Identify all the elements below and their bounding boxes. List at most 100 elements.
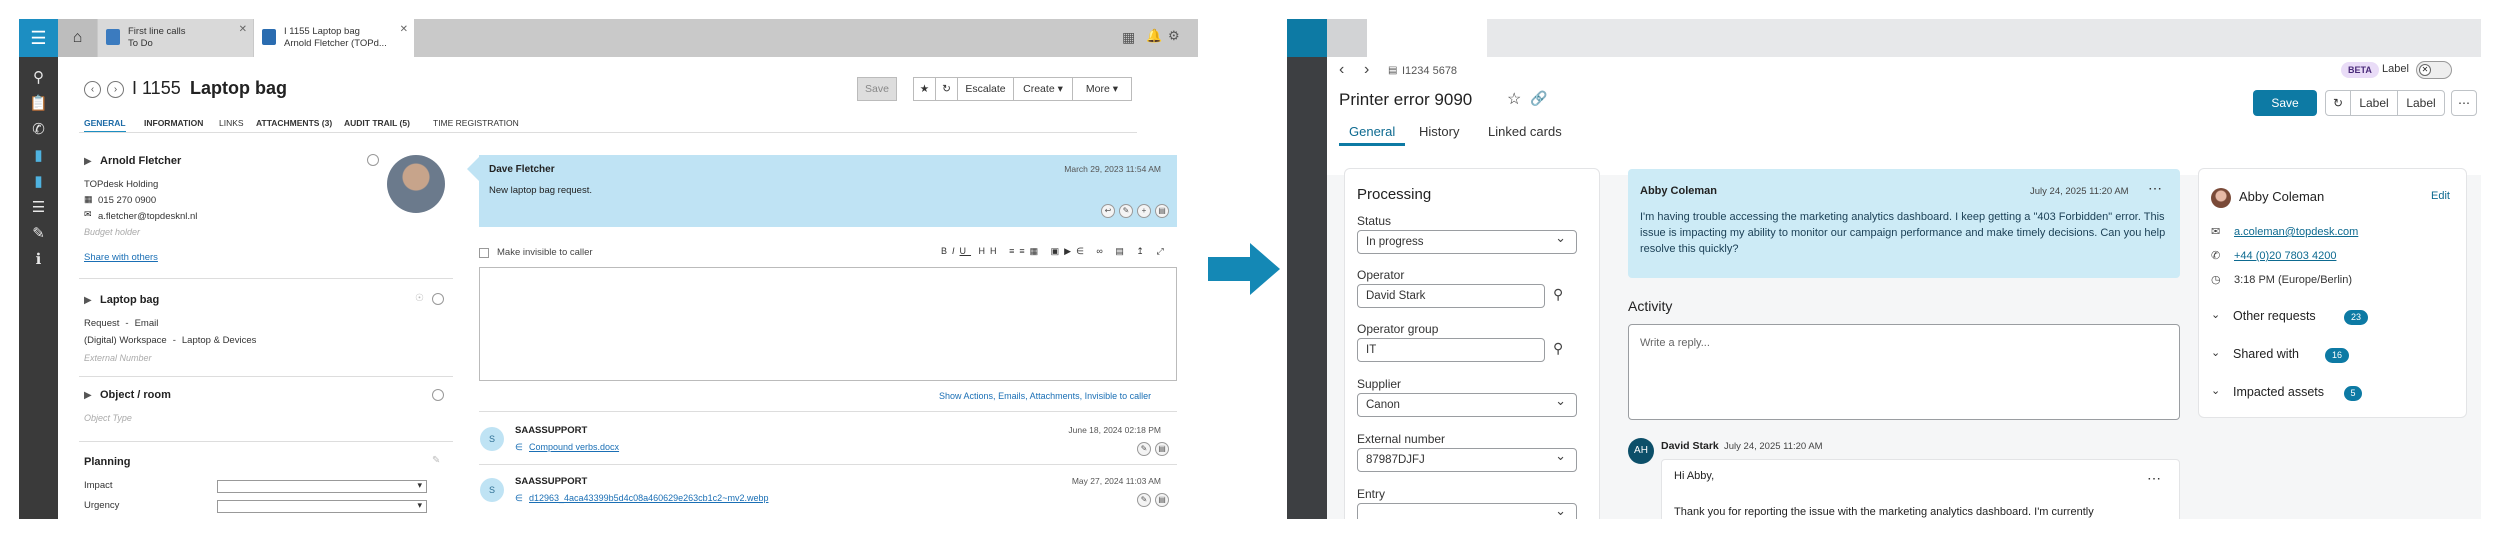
edit-icon[interactable]: ✎ [1137, 493, 1151, 507]
expand-icon[interactable]: ▶ [84, 390, 92, 401]
subtab-audit-trail[interactable]: AUDIT TRAIL (5) [344, 118, 410, 128]
user-settings-icon[interactable]: ⚙ [1168, 28, 1180, 44]
subtab-general[interactable]: GENERAL [84, 118, 126, 133]
more-icon[interactable]: ⋯ [2147, 470, 2161, 487]
edit-icon[interactable]: ✎ [1137, 442, 1151, 456]
more-icon[interactable]: ⋯ [2148, 180, 2162, 197]
refresh-icon[interactable]: ↻ [935, 77, 958, 101]
expand-icon[interactable]: ▶ [84, 156, 92, 167]
search-icon[interactable]: ⚲ [19, 65, 58, 91]
star-icon[interactable]: ★ [913, 77, 936, 101]
checklist-icon[interactable]: ☰ [19, 195, 58, 221]
expand-icon[interactable]: ▶ [84, 295, 92, 306]
tab-general[interactable]: General [1339, 124, 1406, 146]
document-icon[interactable]: ▮ [19, 143, 58, 169]
template-icon[interactable]: ▤ [1115, 246, 1129, 256]
minus-icon[interactable] [432, 389, 444, 401]
label-button-1[interactable]: Label [2350, 90, 2398, 116]
calendar-icon[interactable]: ▦ [1122, 29, 1135, 46]
more-icon[interactable]: ⋯ [2451, 90, 2477, 116]
tab-active[interactable] [1367, 19, 1487, 57]
subtab-attachments[interactable]: ATTACHMENTS (3) [256, 118, 332, 128]
underline-icon[interactable]: U [960, 246, 972, 256]
search-icon[interactable]: ⚲ [1553, 340, 1563, 357]
show-emails-link[interactable]: Emails [998, 391, 1025, 401]
bold-icon[interactable]: B [941, 246, 952, 256]
info-icon[interactable]: ℹ [19, 247, 58, 273]
delete-icon[interactable]: ▤ [1155, 204, 1169, 218]
tasks-icon[interactable]: ✎ [19, 221, 58, 247]
tab-first-line-calls[interactable]: First line calls To Do ✕ [98, 19, 253, 57]
expand-icon[interactable]: ⤢ [1156, 246, 1168, 256]
urgency-select[interactable] [217, 500, 427, 513]
close-icon[interactable]: ✕ [400, 24, 408, 35]
clipboard-icon[interactable]: 📋 [19, 91, 58, 117]
contact-email[interactable]: a.coleman@topdesk.com [2234, 226, 2358, 238]
share-with-others-link[interactable]: Share with others [84, 252, 158, 263]
tab-inactive[interactable] [1327, 19, 1367, 57]
link-icon[interactable]: ∞ [1096, 246, 1107, 256]
attachment-link[interactable]: Compound verbs.docx [529, 442, 619, 452]
forward-icon[interactable]: › [107, 81, 124, 98]
tab-ticket-laptop-bag[interactable]: I 1155 Laptop bag Arnold Fletcher (TOPd.… [254, 19, 414, 57]
back-icon[interactable]: ‹ [1339, 61, 1344, 79]
star-icon[interactable]: ☆ [1507, 89, 1521, 109]
edit-icon[interactable]: ✎ [1119, 204, 1133, 218]
search-icon[interactable]: ⚲ [1553, 286, 1563, 303]
video-icon[interactable]: ▶ [1064, 246, 1076, 256]
table-icon[interactable]: ▦ [1030, 246, 1044, 256]
supplier-select[interactable]: Canon [1357, 390, 1577, 417]
image-icon[interactable]: ▣ [1051, 246, 1065, 256]
bell-icon[interactable]: 🔔 [1146, 28, 1162, 44]
chevron-down-icon[interactable]: ⌄ [2211, 346, 2220, 359]
edit-link[interactable]: Edit [2431, 190, 2450, 202]
chevron-down-icon[interactable]: ⌄ [2211, 308, 2220, 321]
entry-select[interactable] [1357, 500, 1577, 519]
more-button[interactable]: More ▾ [1072, 77, 1132, 101]
status-select[interactable]: In progress [1357, 227, 1577, 254]
impact-select[interactable] [217, 480, 427, 493]
escalate-button[interactable]: Escalate [957, 77, 1014, 101]
heading-icon[interactable]: H [979, 246, 991, 256]
reply-icon[interactable]: ↩ [1101, 204, 1115, 218]
impacted-assets-label[interactable]: Impacted assets [2233, 385, 2324, 399]
save-button[interactable]: Save [2253, 90, 2317, 116]
operator-group-field[interactable]: IT [1357, 338, 1545, 362]
label-toggle[interactable]: ✕ [2416, 61, 2452, 79]
reply-input[interactable]: Write a reply... [1628, 324, 2180, 420]
other-requests-label[interactable]: Other requests [2233, 309, 2316, 323]
contact-phone[interactable]: +44 (0)20 7803 4200 [2234, 250, 2336, 262]
forward-icon[interactable]: › [1364, 61, 1369, 79]
save-button[interactable]: Save [857, 77, 897, 101]
subtab-links[interactable]: LINKS [219, 118, 244, 128]
minus-icon[interactable] [432, 293, 444, 305]
reply-editor[interactable] [479, 267, 1177, 381]
lightbulb-icon[interactable]: ☉ [415, 293, 424, 304]
phone-icon[interactable]: ✆ [19, 117, 58, 143]
create-button[interactable]: Create ▾ [1013, 77, 1073, 101]
show-actions-link[interactable]: Actions [964, 391, 994, 401]
link-icon[interactable]: 🔗 [1530, 90, 1547, 107]
delete-icon[interactable]: ▤ [1155, 442, 1169, 456]
subtab-time-registration[interactable]: TIME REGISTRATION [433, 118, 519, 128]
attachment-link[interactable]: d12963_4aca43399b5d4c08a460629e263cb1c2~… [529, 493, 768, 503]
minus-icon[interactable] [367, 154, 379, 166]
back-icon[interactable]: ‹ [84, 81, 101, 98]
tab-linked-cards[interactable]: Linked cards [1488, 124, 1562, 139]
numbered-list-icon[interactable]: ≡ [1019, 246, 1029, 256]
operator-field[interactable]: David Stark [1357, 284, 1545, 308]
document-2-icon[interactable]: ▮ [19, 169, 58, 195]
upload-icon[interactable]: ↥ [1136, 246, 1149, 256]
menu-icon[interactable]: ☰ [19, 19, 58, 57]
bullet-list-icon[interactable]: ≡ [1009, 246, 1019, 256]
external-number-select[interactable]: 87987DJFJ [1357, 445, 1577, 472]
italic-icon[interactable]: I [952, 246, 960, 256]
label-button-2[interactable]: Label [2397, 90, 2445, 116]
home-icon[interactable]: ⌂ [58, 19, 97, 57]
close-icon[interactable]: ✕ [239, 24, 247, 35]
chevron-down-icon[interactable]: ⌄ [2211, 384, 2220, 397]
heading-small-icon[interactable]: H [990, 246, 1002, 256]
invisible-checkbox[interactable] [479, 248, 489, 258]
tab-history[interactable]: History [1419, 124, 1459, 139]
attach-icon[interactable]: ∈ [1076, 246, 1089, 256]
